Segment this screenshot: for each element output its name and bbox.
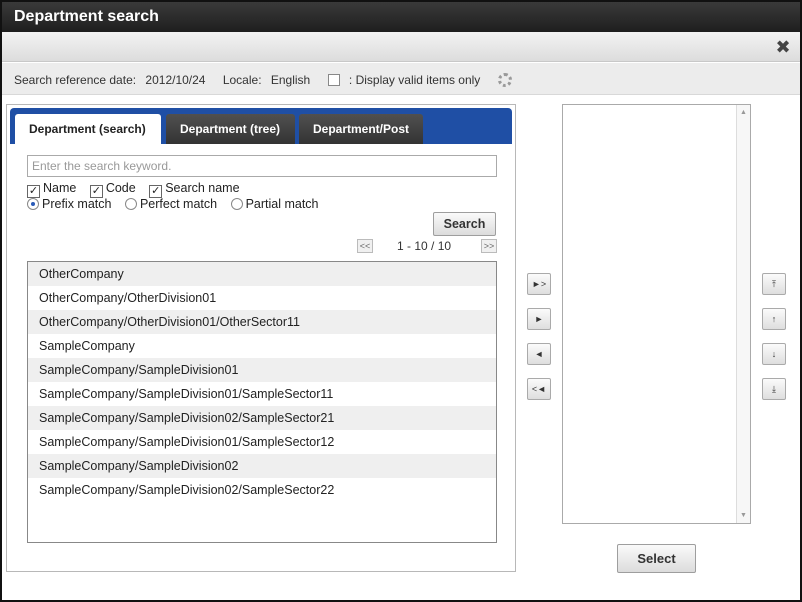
window-title: Department search <box>2 2 800 32</box>
move-down-icon[interactable]: ↓ <box>762 343 786 365</box>
gear-icon[interactable] <box>497 72 512 87</box>
partial-match-radio[interactable] <box>230 198 243 210</box>
tab-department-search[interactable]: Department (search) <box>15 114 161 144</box>
match-mode-row: Prefix match Perfect match Partial match <box>27 197 319 211</box>
tab-strip: Department (search) Department (tree) De… <box>10 108 512 144</box>
scroll-up-icon[interactable]: ▲ <box>740 109 747 116</box>
pager-range: 1 - 10 / 10 <box>397 239 452 253</box>
list-item[interactable]: SampleCompany <box>28 334 496 358</box>
locale-value: English <box>270 72 311 87</box>
selected-list[interactable]: ▲ ▼ <box>562 104 751 524</box>
info-bar: Search reference date: 2012/10/24 Locale… <box>2 63 800 95</box>
result-list: OtherCompany OtherCompany/OtherDivision0… <box>27 261 497 543</box>
search-fields-row: ✓ Name ✓ Code ✓ Search name <box>27 181 240 198</box>
search-button[interactable]: Search <box>433 212 496 236</box>
search-name-checkbox-label: Search name <box>165 181 240 195</box>
list-item[interactable]: OtherCompany <box>28 262 496 286</box>
list-item[interactable]: SampleCompany/SampleDivision02/SampleSec… <box>28 406 496 430</box>
move-bottom-icon[interactable]: ⤓ <box>762 378 786 400</box>
pager-prev-icon[interactable]: << <box>357 239 373 253</box>
ref-date-label: Search reference date: <box>14 72 137 87</box>
department-search-dialog: Department search ✖ Search reference dat… <box>0 0 802 602</box>
remove-all-icon[interactable]: <◄ <box>527 378 551 400</box>
pager: << 1 - 10 / 10 >> <box>357 239 497 255</box>
prefix-match-label: Prefix match <box>42 197 112 211</box>
prefix-match-radio[interactable] <box>27 198 39 210</box>
move-up-icon[interactable]: ↑ <box>762 308 786 330</box>
add-selected-icon[interactable]: ► <box>527 308 551 330</box>
add-all-icon[interactable]: ►> <box>527 273 551 295</box>
valid-only-checkbox[interactable] <box>327 73 340 86</box>
list-item[interactable]: OtherCompany/OtherDivision01/OtherSector… <box>28 310 496 334</box>
search-panel: Department (search) Department (tree) De… <box>6 104 516 572</box>
pager-next-icon[interactable]: >> <box>481 239 497 253</box>
select-button[interactable]: Select <box>617 544 696 573</box>
list-item[interactable]: SampleCompany/SampleDivision01/SampleSec… <box>28 430 496 454</box>
partial-match-label: Partial match <box>245 197 319 211</box>
tab-department-post[interactable]: Department/Post <box>299 114 423 144</box>
remove-selected-icon[interactable]: ◄ <box>527 343 551 365</box>
list-item[interactable]: SampleCompany/SampleDivision01/SampleSec… <box>28 382 496 406</box>
move-top-icon[interactable]: ⤒ <box>762 273 786 295</box>
perfect-match-radio[interactable] <box>124 198 137 210</box>
scroll-down-icon[interactable]: ▼ <box>740 512 747 519</box>
tab-department-tree[interactable]: Department (tree) <box>166 114 295 144</box>
close-icon[interactable]: ✖ <box>772 36 794 58</box>
list-item[interactable]: SampleCompany/SampleDivision01 <box>28 358 496 382</box>
list-item[interactable]: SampleCompany/SampleDivision02 <box>28 454 496 478</box>
locale-label: Locale: <box>222 72 262 87</box>
valid-only-label: : Display valid items only <box>348 72 481 87</box>
ref-date-value: 2012/10/24 <box>145 72 206 87</box>
name-checkbox-label: Name <box>43 181 77 195</box>
code-checkbox-label: Code <box>105 181 136 195</box>
list-item[interactable]: SampleCompany/SampleDivision02/SampleSec… <box>28 478 496 502</box>
search-input[interactable] <box>27 155 497 177</box>
selected-list-scrollbar[interactable]: ▲ ▼ <box>736 105 750 523</box>
list-item[interactable]: OtherCompany/OtherDivision01 <box>28 286 496 310</box>
perfect-match-label: Perfect match <box>139 197 218 211</box>
toolbar: ✖ <box>2 32 800 62</box>
